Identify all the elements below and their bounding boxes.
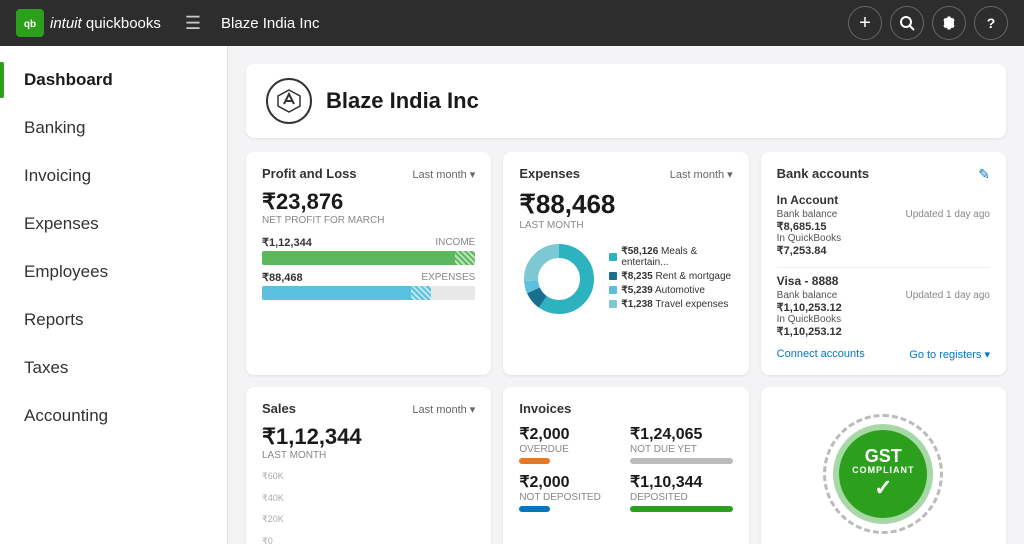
- legend-dot-auto: [609, 286, 617, 294]
- menu-icon[interactable]: ☰: [185, 13, 201, 34]
- dashboard-cards: Profit and Loss Last month ▾ ₹23,876 NET…: [246, 152, 1006, 544]
- company-logo: [266, 78, 312, 124]
- logo: qb intuit quickbooks: [16, 9, 161, 37]
- bank-footer: Connect accounts Go to registers ▾: [777, 348, 990, 361]
- sidebar-item-invoicing[interactable]: Invoicing: [0, 152, 227, 200]
- bank-accounts-card: Bank accounts ✎ In Account Bank balance …: [761, 152, 1006, 375]
- sidebar-item-taxes[interactable]: Taxes: [0, 344, 227, 392]
- gst-checkmark: ✓: [874, 475, 892, 501]
- expenses-legend: ₹58,126 Meals & entertain... ₹8,235 Rent…: [609, 246, 732, 313]
- main-layout: Dashboard Banking Invoicing Expenses Emp…: [0, 46, 1024, 544]
- sidebar-item-accounting[interactable]: Accounting: [0, 392, 227, 440]
- gst-outer-ring: GST COMPLIANT ✓: [823, 414, 943, 534]
- company-name-header: Blaze India Inc: [326, 88, 479, 114]
- svg-text:qb: qb: [24, 19, 36, 30]
- top-navigation: qb intuit quickbooks ☰ Blaze India Inc +…: [0, 0, 1024, 46]
- help-button[interactable]: ?: [974, 6, 1008, 40]
- expenses-title: Expenses: [519, 166, 580, 181]
- sidebar-item-dashboard[interactable]: Dashboard: [0, 56, 227, 104]
- logo-text: intuit quickbooks: [50, 15, 161, 32]
- expense-bar-track: [262, 286, 475, 300]
- settings-button[interactable]: [932, 6, 966, 40]
- income-amount: ₹1,12,344: [262, 236, 312, 249]
- legend-dot-meals: [609, 253, 617, 261]
- pnl-filter[interactable]: Last month ▾: [412, 168, 475, 181]
- add-button[interactable]: +: [848, 6, 882, 40]
- qb-logo-icon: qb: [16, 9, 44, 37]
- company-header: Blaze India Inc: [246, 64, 1006, 138]
- bank-balance-row-0: Bank balance ₹8,685.15 In QuickBooks ₹7,…: [777, 209, 990, 257]
- sales-sublabel: LAST MONTH: [262, 450, 475, 461]
- legend-item-rent: ₹8,235 Rent & mortgage: [609, 271, 732, 282]
- invoice-not-due: ₹1,24,065 NOT DUE YET: [630, 424, 733, 464]
- invoice-deposited: ₹1,10,344 DEPOSITED: [630, 472, 733, 512]
- legend-item-travel: ₹1,238 Travel expenses: [609, 299, 732, 310]
- expense-bar-fill: [262, 286, 431, 300]
- sales-filter[interactable]: Last month ▾: [412, 403, 475, 416]
- expenses-filter[interactable]: Last month ▾: [670, 168, 733, 181]
- connect-accounts-link[interactable]: Connect accounts: [777, 348, 865, 361]
- sidebar: Dashboard Banking Invoicing Expenses Emp…: [0, 46, 228, 544]
- expense-amount: ₹88,468: [262, 271, 303, 284]
- gst-badge: GST COMPLIANT ✓: [833, 424, 933, 524]
- profit-loss-card: Profit and Loss Last month ▾ ₹23,876 NET…: [246, 152, 491, 375]
- gst-subtext: COMPLIANT: [852, 465, 915, 475]
- go-to-registers-link[interactable]: Go to registers ▾: [909, 348, 990, 361]
- chart-y-axis: ₹60K ₹40K ₹20K ₹0: [262, 471, 284, 544]
- sidebar-item-expenses[interactable]: Expenses: [0, 200, 227, 248]
- expenses-amount: ₹88,468: [519, 189, 732, 220]
- gst-card: GST COMPLIANT ✓: [761, 387, 1006, 544]
- legend-item-meals: ₹58,126 Meals & entertain...: [609, 246, 732, 268]
- main-content: Blaze India Inc Profit and Loss Last mon…: [228, 46, 1024, 544]
- invoices-title: Invoices: [519, 401, 571, 416]
- nav-icons: + ?: [848, 6, 1008, 40]
- bank-edit-icon[interactable]: ✎: [978, 166, 990, 183]
- expenses-card: Expenses Last month ▾ ₹88,468 LAST MONTH: [503, 152, 748, 375]
- pnl-amount: ₹23,876: [262, 189, 475, 215]
- income-bar-row: ₹1,12,344 INCOME: [262, 236, 475, 265]
- expenses-sublabel: LAST MONTH: [519, 220, 732, 231]
- expense-label: EXPENSES: [421, 272, 475, 283]
- invoice-not-deposited: ₹2,000 NOT DEPOSITED: [519, 472, 622, 512]
- income-bar-track: [262, 251, 475, 265]
- sidebar-item-employees[interactable]: Employees: [0, 248, 227, 296]
- invoice-overdue: ₹2,000 OVERDUE: [519, 424, 622, 464]
- legend-dot-travel: [609, 300, 617, 308]
- bank-title: Bank accounts: [777, 166, 869, 181]
- legend-dot-rent: [609, 272, 617, 280]
- expenses-content: ₹58,126 Meals & entertain... ₹8,235 Rent…: [519, 239, 732, 319]
- sales-card: Sales Last month ▾ ₹1,12,344 LAST MONTH …: [246, 387, 491, 544]
- bank-account-visa: Visa - 8888 Bank balance ₹1,10,253.12 In…: [777, 274, 990, 338]
- sales-title: Sales: [262, 401, 296, 416]
- company-name-nav: Blaze India Inc: [221, 15, 319, 32]
- invoices-grid: ₹2,000 OVERDUE ₹1,24,065 NOT DUE YET ₹2,…: [519, 424, 732, 512]
- sidebar-item-reports[interactable]: Reports: [0, 296, 227, 344]
- sales-amount: ₹1,12,344: [262, 424, 475, 450]
- gst-text: GST: [865, 447, 902, 465]
- invoices-card: Invoices ₹2,000 OVERDUE ₹1,24,065 NOT DU…: [503, 387, 748, 544]
- sidebar-item-banking[interactable]: Banking: [0, 104, 227, 152]
- bank-account-in: In Account Bank balance ₹8,685.15 In Qui…: [777, 193, 990, 257]
- pnl-title: Profit and Loss: [262, 166, 357, 181]
- search-button[interactable]: [890, 6, 924, 40]
- income-bar-fill: [262, 251, 475, 265]
- expenses-donut: [519, 239, 599, 319]
- legend-item-auto: ₹5,239 Automotive: [609, 285, 732, 296]
- pnl-sublabel: NET PROFIT FOR MARCH: [262, 215, 475, 226]
- expense-bar-row: ₹88,468 EXPENSES: [262, 271, 475, 300]
- income-label: INCOME: [435, 237, 475, 248]
- bank-balance-row-1: Bank balance ₹1,10,253.12 In QuickBooks …: [777, 290, 990, 338]
- sales-chart: ₹60K ₹40K ₹20K ₹0: [262, 467, 475, 544]
